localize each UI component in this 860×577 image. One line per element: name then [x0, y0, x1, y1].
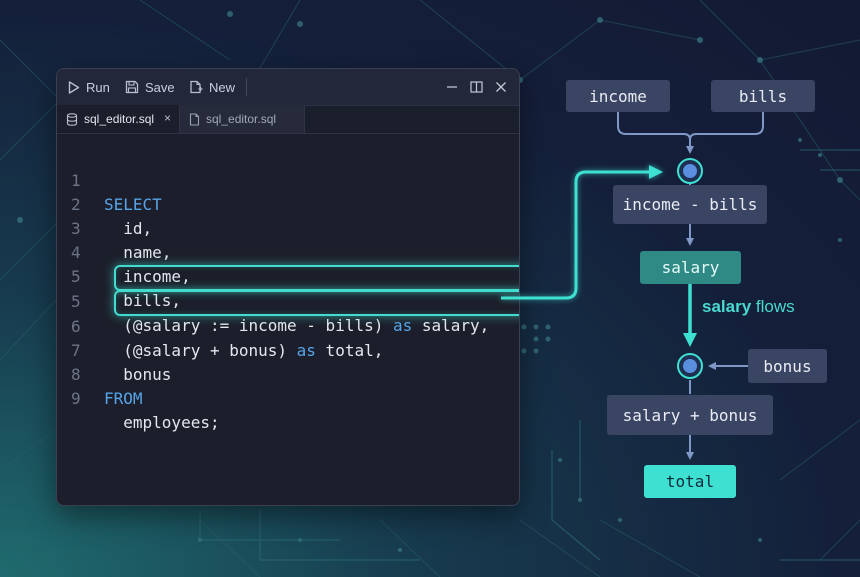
income-node: income: [566, 80, 670, 112]
salary-flows-label: salary flows: [702, 297, 795, 317]
bills-connector: [689, 112, 764, 141]
income-connector: [617, 112, 694, 154]
total-node: total: [644, 465, 736, 498]
bills-node: bills: [711, 80, 815, 112]
flow-label-salary: salary: [702, 297, 752, 316]
income-minus-bills-node: income - bills: [613, 185, 767, 224]
flow-label-flows: flows: [751, 297, 795, 316]
bonus-node: bonus: [748, 349, 827, 383]
junction-node-top-core: [683, 164, 697, 178]
salary-plus-bonus-node: salary + bonus: [607, 395, 773, 435]
salary-node: salary: [640, 251, 741, 284]
junction-node-bottom-core: [683, 359, 697, 373]
